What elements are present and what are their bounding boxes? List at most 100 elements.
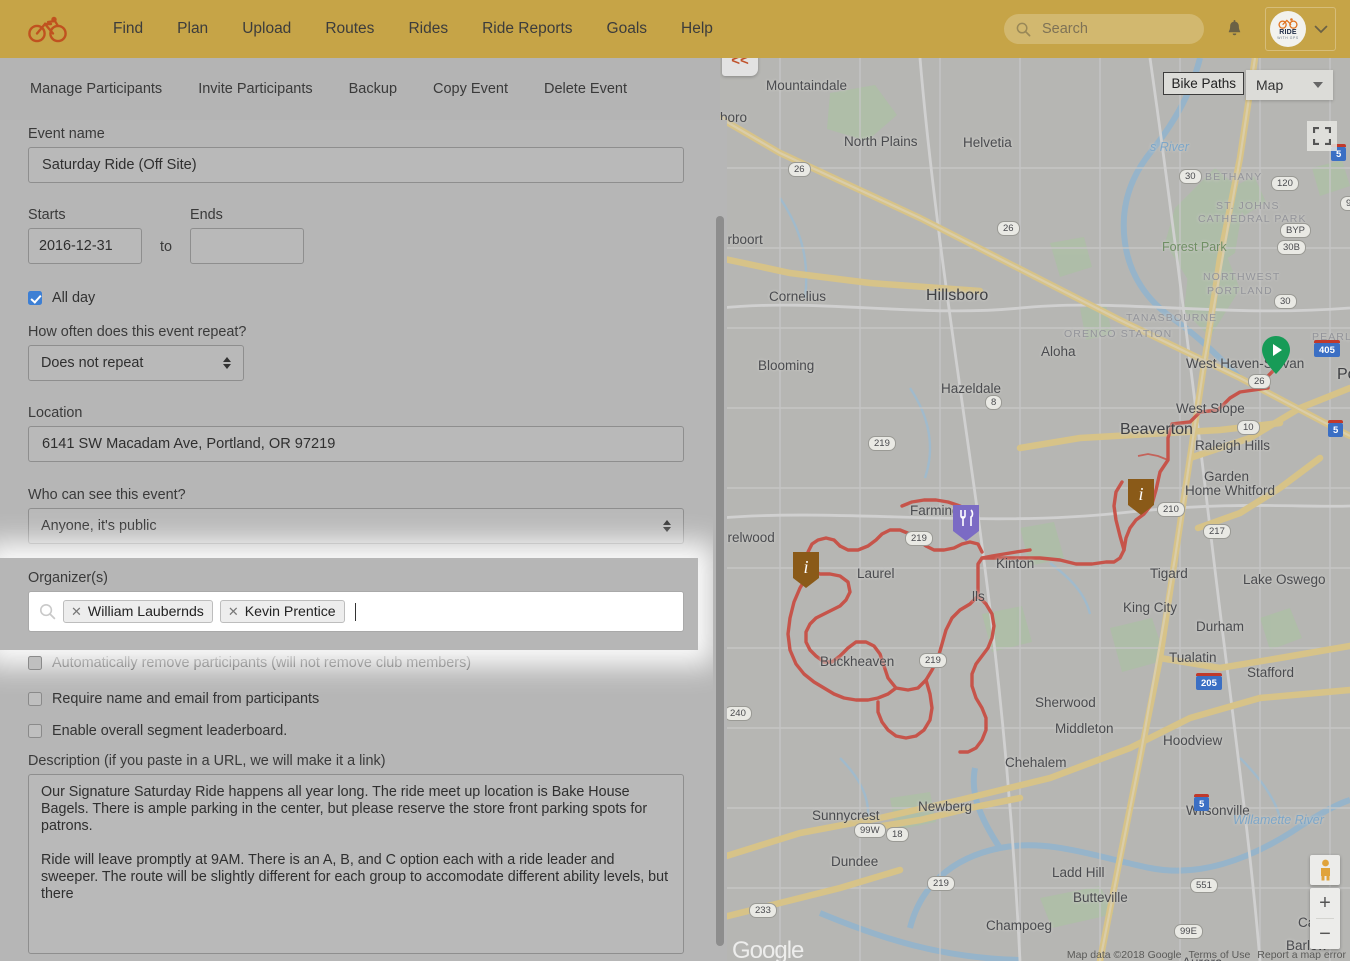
repeat-select[interactable]: Does not repeat	[28, 345, 244, 381]
subnav-delete-event[interactable]: Delete Event	[526, 81, 645, 97]
map-label: Middleton	[1055, 721, 1114, 736]
visibility-select[interactable]: Anyone, it's public	[28, 508, 684, 544]
nav-item-help[interactable]: Help	[664, 0, 730, 58]
ends-label: Ends	[190, 207, 223, 223]
nav-item-goals[interactable]: Goals	[590, 0, 665, 58]
map-label: NORTHWEST	[1203, 271, 1281, 283]
auto-remove-row: Automatically remove participants (will …	[28, 655, 670, 671]
subnav-backup[interactable]: Backup	[331, 81, 415, 97]
segment-leaderboard-label: Enable overall segment leaderboard.	[52, 723, 288, 739]
map-label: Home Whitford	[1185, 483, 1276, 498]
nav-item-routes[interactable]: Routes	[308, 0, 391, 58]
description-textarea[interactable]: Our Signature Saturday Ride happens all …	[28, 774, 684, 954]
map-label: Newberg	[918, 799, 973, 814]
location-input[interactable]	[28, 426, 684, 462]
subnav-invite-participants[interactable]: Invite Participants	[180, 81, 330, 97]
description-group: Description (if you paste in a URL, we w…	[28, 753, 684, 959]
route-map[interactable]: Mountaindale boro North Plains Helvetia BETH…	[720, 58, 1350, 961]
text-caret	[354, 602, 356, 621]
map-label: Chehalem	[1005, 755, 1067, 770]
auto-remove-label: Automatically remove participants (will …	[52, 655, 472, 671]
nav-item-find[interactable]: Find	[96, 0, 160, 58]
event-name-group: Event name	[28, 126, 684, 183]
remove-x-icon[interactable]: ✕	[228, 605, 239, 618]
segment-leaderboard-checkbox[interactable]	[28, 724, 42, 738]
fullscreen-icon	[1313, 127, 1331, 145]
street-view-button[interactable]	[1310, 855, 1340, 885]
terms-of-use-link[interactable]: Terms of Use	[1188, 949, 1250, 961]
zoom-out-button[interactable]: −	[1310, 919, 1340, 949]
map-label: Sherwood	[1035, 695, 1096, 710]
route-start-marker[interactable]	[1261, 336, 1291, 374]
map-label: Hillsboro	[926, 287, 989, 304]
map-type-select[interactable]: Map	[1246, 70, 1333, 100]
collapse-map-button[interactable]: <<	[722, 58, 758, 76]
highway-shield: 217	[1203, 524, 1231, 539]
ends-date-input[interactable]	[190, 228, 305, 264]
brand-logo[interactable]	[0, 0, 96, 58]
map-label: Stafford	[1247, 665, 1295, 680]
route-info-marker[interactable]: i	[791, 551, 821, 589]
highway-shield: 219	[868, 436, 896, 451]
highway-shield: 8	[985, 395, 1003, 410]
map-label: Blooming	[758, 358, 815, 373]
organizers-input-field[interactable]: ✕ William Laubernds ✕ Kevin Prentice	[28, 591, 684, 632]
map-label: Mountaindale	[766, 78, 848, 93]
all-day-checkbox[interactable]	[28, 291, 42, 305]
route-info-marker[interactable]: i	[1126, 478, 1156, 516]
map-label: PORTLAND	[1207, 285, 1273, 297]
highway-shield: 30B	[1277, 240, 1306, 255]
date-range-separator: to	[160, 239, 173, 255]
nav-item-rides[interactable]: Rides	[391, 0, 465, 58]
highway-shield: 5	[1194, 794, 1210, 811]
fullscreen-button[interactable]	[1307, 121, 1337, 151]
map-label: Beaverton	[1120, 421, 1193, 438]
event-name-input[interactable]	[28, 147, 684, 183]
starts-date-input[interactable]	[28, 228, 142, 264]
zoom-in-button[interactable]: +	[1310, 888, 1340, 918]
map-label: Hoodview	[1163, 733, 1223, 748]
avatar-label: RIDE	[1279, 28, 1297, 36]
remove-x-icon[interactable]: ✕	[71, 605, 82, 618]
avatar-bicycle-icon	[1278, 17, 1298, 29]
subnav-copy-event[interactable]: Copy Event	[415, 81, 526, 97]
global-search[interactable]	[1004, 14, 1204, 44]
subnav-manage-participants[interactable]: Manage Participants	[12, 81, 180, 97]
highway-shield: 210	[1157, 502, 1185, 517]
highway-shield: 405	[1314, 340, 1340, 357]
location-group: Location	[28, 405, 684, 462]
event-name-label: Event name	[28, 126, 105, 142]
google-logo: Google	[732, 937, 804, 961]
map-label: TANASBOURNE	[1126, 312, 1218, 324]
page-root: Find Plan Upload Routes Rides Ride Repor…	[0, 0, 1350, 961]
map-label: Hazeldale	[941, 381, 1002, 396]
auto-remove-checkbox[interactable]	[28, 656, 42, 670]
map-label: Buckheaven	[820, 654, 895, 669]
highway-shield: 99W	[854, 823, 886, 838]
nav-item-plan[interactable]: Plan	[160, 0, 225, 58]
avatar: RIDE WITH GPS	[1270, 11, 1306, 47]
repeat-label: How often does this event repeat?	[28, 324, 247, 340]
nav-item-upload[interactable]: Upload	[225, 0, 308, 58]
organizer-tag-name: Kevin Prentice	[244, 603, 336, 619]
organizer-tag[interactable]: ✕ William Laubernds	[63, 600, 213, 623]
highway-shield: 26	[788, 162, 811, 177]
form-scrollbar-thumb[interactable]	[716, 216, 724, 946]
bike-paths-toggle[interactable]: Bike Paths	[1163, 72, 1244, 95]
highway-shield: 18	[886, 827, 909, 842]
segment-leaderboard-row: Enable overall segment leaderboard.	[28, 723, 670, 739]
map-label: urelwood	[720, 530, 775, 545]
main-nav-links: Find Plan Upload Routes Rides Ride Repor…	[96, 0, 730, 58]
report-map-error-link[interactable]: Report a map error	[1257, 949, 1346, 961]
search-input[interactable]	[1040, 20, 1190, 38]
highway-shield: 219	[919, 653, 947, 668]
highway-shield: 10	[1237, 420, 1260, 435]
require-name-email-checkbox[interactable]	[28, 692, 42, 706]
route-food-marker[interactable]	[951, 504, 981, 542]
nav-item-ride-reports[interactable]: Ride Reports	[465, 0, 589, 58]
account-menu-button[interactable]: RIDE WITH GPS	[1265, 7, 1336, 51]
map-label: Champoeg	[986, 918, 1053, 933]
bell-icon[interactable]	[1226, 19, 1243, 39]
organizer-tag[interactable]: ✕ Kevin Prentice	[219, 600, 345, 623]
highway-shield: 219	[927, 876, 955, 891]
